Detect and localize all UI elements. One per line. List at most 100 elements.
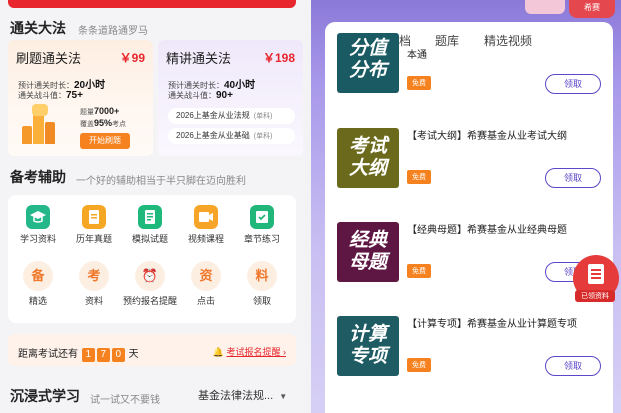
prep-glyph-icon: 备 — [23, 261, 53, 291]
resource-item[interactable]: 经典母题 【经典母题】希赛基金从业经典母题 免费 领取 — [337, 222, 609, 290]
aux-click[interactable]: 资 点击 — [179, 261, 233, 306]
subject-tag: (单科) — [253, 113, 273, 120]
subject-name: 2026上基金从业基础 — [176, 131, 250, 140]
bell-icon: 🔔 — [212, 347, 224, 357]
start-practice-button[interactable]: 开始刷题 — [80, 133, 130, 149]
free-badge: 免费 — [407, 264, 431, 278]
aux-featured[interactable]: 备 精选 — [11, 261, 65, 306]
resource-title: 【计算专项】希赛基金从业计算题专项 — [407, 319, 577, 330]
chat-bubble-icon — [32, 104, 48, 116]
subject-dropdown[interactable]: 基金法律法规... ▼ — [198, 387, 287, 403]
aux-video-course[interactable]: 视频课程 — [179, 205, 233, 244]
aux-materials[interactable]: 考 资料 — [67, 261, 121, 306]
course-title: 刷题通关法 — [16, 51, 82, 66]
aux-registration-reminder[interactable]: ⏰ 预约报名提醒 — [123, 261, 177, 306]
power-line: 通关战斗值：75+ — [18, 90, 83, 101]
aux-label: 模拟试题 — [131, 234, 168, 244]
aux-mock-exam[interactable]: 模拟试题 — [123, 205, 177, 244]
aux-panel: 学习资料 历年真题 模拟试题 视频课程 章节练习 备 精选 考 资料 ⏰ 预约报… — [8, 195, 296, 323]
countdown-digit: 1 — [81, 348, 95, 362]
aux-title: 备考辅助 — [10, 169, 66, 185]
resource-sheet: 推荐 文档 题库 精选视频 分值分布 本通 免费 领取 考试大纲 【考试大纲】希… — [325, 22, 613, 413]
aux-label: 点击 — [196, 296, 215, 306]
claim-button[interactable]: 领取 — [545, 168, 601, 188]
immersive-title: 沉浸式学习 — [10, 388, 80, 404]
cover-text: 分值分布 — [348, 37, 387, 81]
aux-chapter-practice[interactable]: 章节练习 — [235, 205, 289, 244]
exam-reminder-link[interactable]: 🔔 考试报名提醒 › — [213, 345, 286, 358]
exam-glyph-icon: 考 — [79, 261, 109, 291]
resource-cover: 考试大纲 — [337, 128, 399, 188]
right-panel: 希赛 推荐 文档 题库 精选视频 分值分布 本通 免费 领取 考试大纲 【考试大… — [311, 0, 621, 413]
coverage-suffix: 考点 — [112, 121, 127, 128]
aux-label: 学习资料 — [19, 234, 56, 244]
corner-badge: 希赛 — [569, 0, 615, 18]
questions-label: 题量 — [80, 109, 94, 116]
grad-cap-icon — [26, 205, 50, 229]
aux-label: 精选 — [28, 296, 47, 306]
power-value: 90+ — [216, 90, 233, 101]
caret-down-icon: ▼ — [279, 392, 288, 401]
power-line: 通关战斗值：90+ — [168, 90, 233, 101]
aux-claim[interactable]: 料 领取 — [235, 261, 289, 306]
duration-line: 预计通关时长：40小时 — [168, 76, 255, 91]
power-label: 通关战斗值： — [18, 91, 66, 100]
immersive-subtitle: 试一试又不要钱 — [90, 395, 160, 406]
cover-text: 考试大纲 — [348, 135, 387, 179]
gold-book-icon — [82, 205, 106, 229]
top-banner-edge — [8, 0, 296, 8]
course-card-practice[interactable]: 刷题通关法 ￥99 预计通关时长：20小时 通关战斗值：75+ 题量7000+ … — [8, 40, 153, 156]
resource-title: 【经典母题】希赛基金从业经典母题 — [407, 225, 567, 236]
resource-item[interactable]: 分值分布 本通 免费 领取 — [337, 33, 609, 102]
countdown-text: 距离考试还有 170 天 — [18, 345, 139, 362]
course-card-lecture[interactable]: 精讲通关法 ￥198 预计通关时长：40小时 通关战斗值：90+ 2026上基金… — [158, 40, 303, 156]
resource-cover: 计算专项 — [337, 316, 399, 376]
free-badge: 免费 — [407, 76, 431, 90]
cover-text: 计算专项 — [348, 323, 387, 367]
aux-past-papers[interactable]: 历年真题 — [67, 205, 121, 244]
power-label: 通关战斗值： — [168, 91, 216, 100]
resource-item[interactable]: 考试大纲 【考试大纲】希赛基金从业考试大纲 免费 领取 — [337, 128, 609, 196]
course-price: ￥198 — [262, 51, 295, 65]
aux-label: 资料 — [84, 296, 103, 306]
stats-block: 题量7000+ 覆盖95%考点 — [80, 106, 126, 130]
guide-subtitle: 条条道路通罗马 — [78, 26, 148, 37]
aux-study-materials[interactable]: 学习资料 — [11, 205, 65, 244]
aux-label: 预约报名提醒 — [123, 296, 178, 306]
materials-glyph-icon: 资 — [191, 261, 221, 291]
aux-label: 视频课程 — [187, 234, 224, 244]
resource-item[interactable]: 计算专项 【计算专项】希赛基金从业计算题专项 免费 领取 — [337, 316, 609, 384]
dropdown-value: 基金法律法规... — [198, 390, 274, 402]
aux-label: 历年真题 — [75, 234, 112, 244]
left-panel: 通关大法 条条道路通罗马 刷题通关法 ￥99 预计通关时长：20小时 通关战斗值… — [0, 0, 305, 413]
claim-button[interactable]: 领取 — [545, 74, 601, 94]
exam-reminder-label: 考试报名提醒 › — [226, 347, 287, 357]
countdown-digit: 0 — [111, 348, 125, 362]
subject-pill-basics[interactable]: 2026上基金从业基础 (单科) — [168, 128, 295, 144]
subject-name: 2026上基金从业法规 — [176, 111, 250, 120]
cover-text: 经典母题 — [348, 229, 387, 273]
claim-button[interactable]: 领取 — [545, 356, 601, 376]
free-badge: 免费 — [407, 358, 431, 372]
subject-tag: (单科) — [253, 133, 273, 140]
duration-label: 预计通关时长： — [168, 81, 224, 90]
guide-title: 通关大法 — [10, 20, 66, 36]
coverage-label: 覆盖 — [80, 121, 94, 128]
exam-countdown: 距离考试还有 170 天 🔔 考试报名提醒 › — [8, 334, 296, 366]
countdown-suffix: 天 — [128, 349, 139, 360]
alarm-clock-icon: ⏰ — [135, 261, 165, 291]
checkbox-icon — [250, 205, 274, 229]
resource-title: 【考试大纲】希赛基金从业考试大纲 — [407, 131, 567, 142]
questions-value: 7000+ — [94, 106, 120, 116]
aux-subtitle: 一个好的辅助相当于半只脚在迈向胜利 — [76, 176, 246, 187]
power-value: 75+ — [66, 90, 83, 101]
duration-line: 预计通关时长：20小时 — [18, 76, 105, 91]
duration-label: 预计通关时长： — [18, 81, 74, 90]
document-icon — [588, 264, 604, 284]
video-icon — [194, 205, 218, 229]
decor-ribbon — [525, 0, 565, 14]
subject-pill-law[interactable]: 2026上基金从业法规 (单科) — [168, 108, 295, 124]
aux-label: 领取 — [252, 296, 271, 306]
resource-title: 本通 — [407, 50, 427, 61]
course-price: ￥99 — [119, 51, 145, 65]
